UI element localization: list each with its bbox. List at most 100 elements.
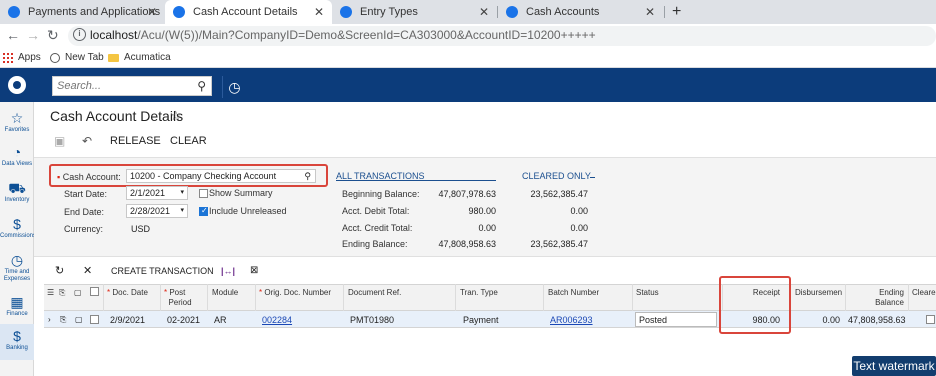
end-date-field[interactable]: 2/28/2021 ▾: [126, 204, 188, 218]
browser-tab-label: Cash Accounts: [526, 6, 600, 18]
apps-grid-icon: [3, 52, 13, 63]
nav-item-label: Finance: [6, 311, 28, 317]
select-all-checkbox[interactable]: [90, 287, 99, 296]
back-arrow-icon[interactable]: ←: [6, 27, 20, 43]
col-doc-ref[interactable]: Document Ref.: [348, 288, 401, 298]
close-icon[interactable]: ✕: [645, 5, 655, 19]
cell-doc-ref[interactable]: PMT01980: [350, 315, 394, 325]
nav-item-time-and-expenses[interactable]: ◷ Time and Expenses: [0, 248, 34, 282]
cell-disbursement[interactable]: 0.00: [795, 315, 840, 325]
text-watermark: Text watermark: [852, 356, 936, 376]
refresh-icon[interactable]: ↻: [55, 264, 64, 277]
col-orig-doc[interactable]: * Orig. Doc. Number: [259, 288, 331, 298]
chevron-down-icon[interactable]: ▾: [180, 187, 184, 199]
bookmark-apps[interactable]: Apps: [3, 52, 41, 63]
cell-orig-doc-link[interactable]: 002284: [262, 315, 292, 325]
nav-item-favorites[interactable]: ☆ Favorites: [0, 106, 34, 140]
nav-item-banking[interactable]: $ Banking: [0, 324, 34, 360]
info-icon[interactable]: i: [73, 28, 86, 41]
chevron-down-icon[interactable]: ▾: [180, 205, 184, 217]
save-icon[interactable]: ▣: [54, 134, 65, 148]
browser-tab-cash-accounts[interactable]: Cash Accounts ✕: [498, 0, 663, 24]
star-icon: ☆: [10, 110, 24, 126]
cell-post-period[interactable]: 02-2021: [167, 315, 200, 325]
col-cleared[interactable]: Cleare: [912, 288, 936, 298]
reload-icon[interactable]: ↻: [47, 27, 59, 44]
acumatica-logo-icon[interactable]: [8, 76, 26, 94]
browser-tab-cash-account-details[interactable]: Cash Account Details ✕: [165, 0, 332, 24]
nav-item-data-views[interactable]: ◔ Data Views: [0, 140, 34, 174]
browser-tab-payments[interactable]: Payments and Applications ✕: [0, 0, 165, 24]
grid-settings-icon[interactable]: ☰: [47, 288, 54, 298]
cell-module[interactable]: AR: [214, 315, 227, 325]
export-excel-icon[interactable]: ⊠: [250, 265, 258, 276]
start-date-label: Start Date:: [64, 189, 108, 199]
col-ending-label-1: Ending: [879, 288, 904, 297]
folder-icon: [108, 53, 119, 62]
col-post-period-label-1: Post: [169, 288, 186, 297]
section-divider: [336, 180, 496, 181]
forward-arrow-icon[interactable]: →: [26, 27, 40, 43]
show-summary-label: Show Summary: [209, 188, 273, 198]
acumatica-favicon-icon: [340, 6, 352, 18]
nav-item-inventory[interactable]: ⛟ Inventory: [0, 176, 34, 210]
url-text: localhost/Acu/(W(5))/Main?CompanyID=Demo…: [90, 28, 596, 42]
include-unreleased-checkbox[interactable]: ✓: [199, 206, 208, 216]
ending-balance-all: 47,808,958.63: [438, 239, 496, 249]
fit-columns-icon[interactable]: |↔|: [221, 266, 235, 276]
global-search[interactable]: ⚲: [52, 76, 212, 96]
cell-doc-date[interactable]: 2/9/2021: [110, 315, 145, 325]
search-icon[interactable]: ⚲: [197, 79, 206, 93]
close-icon[interactable]: ✕: [479, 5, 489, 19]
ending-balance-cleared: 23,562,385.47: [530, 239, 588, 249]
bookmark-new-tab[interactable]: New Tab: [50, 52, 104, 63]
create-transaction-button[interactable]: CREATE TRANSACTION: [111, 266, 214, 276]
release-button[interactable]: RELEASE: [110, 135, 161, 147]
cell-cleared-checkbox[interactable]: [926, 315, 935, 324]
close-icon[interactable]: ✕: [314, 5, 324, 19]
row-expand-icon[interactable]: ›: [48, 315, 51, 324]
col-status[interactable]: Status: [636, 288, 659, 298]
cash-account-selector[interactable]: 10200 - Company Checking Account ⚲: [126, 169, 316, 183]
row-select-checkbox[interactable]: [90, 315, 99, 324]
col-module[interactable]: Module: [212, 288, 238, 298]
nav-item-finance[interactable]: ▦ Finance: [0, 290, 34, 324]
cell-ending-balance[interactable]: 47,808,958.63: [848, 315, 906, 325]
bookmark-label: Acumatica: [124, 52, 171, 63]
attachment-icon: ⎘: [59, 288, 66, 297]
nav-item-commissions[interactable]: $ Commissions: [0, 212, 36, 246]
currency-label: Currency:: [64, 224, 104, 234]
search-input[interactable]: [53, 77, 189, 95]
end-date-value: 2/28/2021: [130, 206, 171, 216]
debit-total-label: Acct. Debit Total:: [342, 206, 410, 216]
ending-balance-label: Ending Balance:: [342, 239, 408, 249]
truck-icon: ⛟: [8, 180, 26, 196]
col-tran-type[interactable]: Tran. Type: [460, 288, 498, 298]
favorite-star-icon[interactable]: ☆: [170, 108, 182, 124]
col-ending-balance[interactable]: Ending Balance: [848, 288, 904, 308]
bookmark-acumatica[interactable]: Acumatica: [108, 52, 171, 63]
history-icon[interactable]: ◷: [222, 76, 246, 98]
cell-batch-link[interactable]: AR006293: [550, 315, 593, 325]
col-post-period[interactable]: * Post Period: [164, 288, 192, 308]
note-icon[interactable]: ▢: [75, 315, 83, 324]
nav-item-label: Favorites: [4, 127, 30, 133]
globe-icon: [50, 52, 60, 63]
close-icon[interactable]: ✕: [147, 5, 157, 19]
undo-icon[interactable]: ↶: [82, 134, 92, 148]
beginning-balance-label: Beginning Balance:: [342, 189, 420, 199]
attachment-icon[interactable]: ⎘: [60, 315, 66, 325]
col-doc-date[interactable]: * Doc. Date: [107, 288, 148, 298]
col-disbursement[interactable]: Disbursemen: [795, 288, 842, 298]
start-date-field[interactable]: 2/1/2021 ▾: [126, 186, 188, 200]
browser-tab-entry-types[interactable]: Entry Types ✕: [332, 0, 497, 24]
cell-tran-type[interactable]: Payment: [463, 315, 499, 325]
close-icon[interactable]: ✕: [83, 264, 92, 277]
debit-total-cleared: 0.00: [570, 206, 588, 216]
bookmark-label: New Tab: [65, 52, 104, 63]
clear-button[interactable]: CLEAR: [170, 135, 207, 147]
search-icon[interactable]: ⚲: [304, 170, 311, 182]
show-summary-checkbox[interactable]: [199, 189, 208, 198]
new-tab-button[interactable]: +: [672, 3, 681, 21]
col-batch-number[interactable]: Batch Number: [548, 288, 599, 298]
